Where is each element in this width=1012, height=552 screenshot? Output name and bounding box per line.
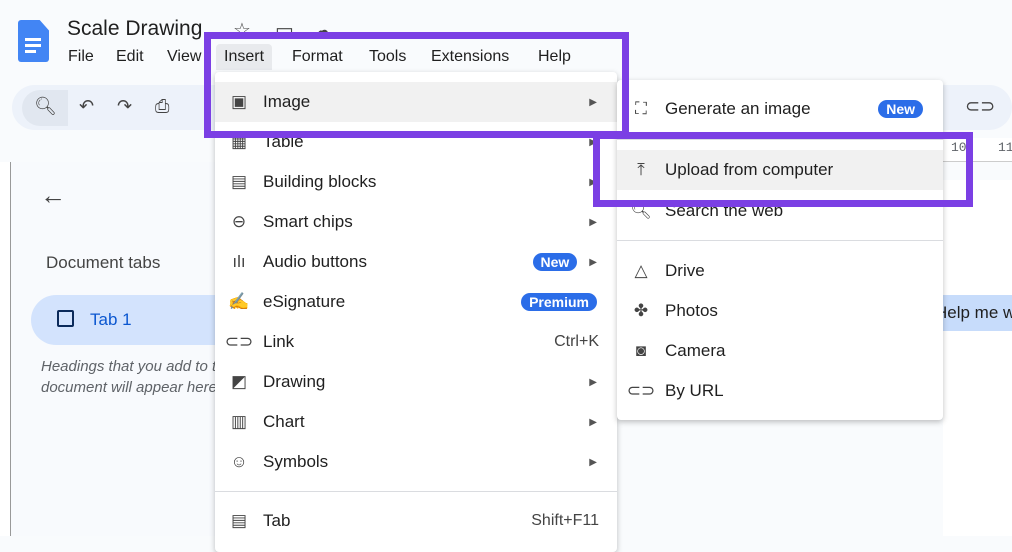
insert-drawing[interactable]: ◩ Drawing ▶	[215, 362, 617, 402]
insert-symbols[interactable]: ☺ Symbols ▶	[215, 442, 617, 482]
back-arrow-icon[interactable]: ←	[40, 180, 66, 211]
insert-building-blocks[interactable]: ▤ Building blocks ▶	[215, 162, 617, 202]
hint-line: document will appear here.	[41, 379, 215, 396]
shortcut: Ctrl+K	[554, 333, 599, 350]
item-label: Symbols	[263, 452, 329, 471]
shortcut: Shift+F11	[531, 512, 599, 529]
document-tabs-sidebar	[11, 162, 215, 536]
smart-chips-icon: ⊖	[231, 212, 247, 231]
link-icon: ⊂⊃	[224, 332, 254, 351]
vertical-ruler[interactable]	[0, 162, 11, 536]
premium-badge: Premium	[521, 293, 597, 311]
submenu-arrow-icon: ▶	[589, 216, 597, 228]
item-label: Building blocks	[263, 172, 377, 191]
redo-icon[interactable]: ↷	[117, 96, 132, 117]
link-icon: ⊂⊃	[626, 381, 656, 400]
highlight-box-insert-image	[204, 32, 629, 138]
item-label: Drawing	[263, 372, 326, 391]
drawing-icon: ◩	[230, 372, 248, 391]
sidebar-heading: Document tabs	[46, 253, 161, 272]
image-submenu: ⛶ Generate an image New ⤒ Upload from compu…	[617, 80, 943, 420]
hint-line: Headings that you add to the	[41, 358, 215, 375]
building-blocks-icon: ▤	[230, 172, 248, 191]
document-page[interactable]	[943, 180, 1012, 536]
chart-icon: ▥	[230, 412, 248, 431]
symbols-icon: ☺	[230, 452, 248, 471]
tab-icon: ▤	[230, 511, 248, 530]
item-label: Camera	[665, 341, 726, 360]
item-label: Drive	[665, 261, 705, 280]
highlight-box-upload	[593, 132, 973, 207]
drive-icon: △	[634, 261, 648, 280]
undo-icon[interactable]: ↶	[79, 96, 94, 117]
menu-divider	[617, 240, 943, 241]
item-label: Audio buttons	[263, 252, 367, 271]
submenu-arrow-icon: ▶	[589, 416, 597, 428]
image-by-url[interactable]: ⊂⊃ By URL	[617, 371, 943, 411]
item-label: Tab	[263, 511, 291, 530]
generate-image[interactable]: ⛶ Generate an image New	[617, 89, 943, 129]
link-icon[interactable]: ⊂⊃	[965, 96, 995, 117]
help-me-write-button[interactable]: Help me write	[943, 295, 1012, 331]
new-badge: New	[878, 100, 923, 118]
image-from-photos[interactable]: ✤ Photos	[617, 291, 943, 331]
menu-edit[interactable]: Edit	[116, 48, 144, 66]
menu-view[interactable]: View	[167, 48, 201, 66]
item-label: Chart	[263, 412, 305, 431]
search-icon[interactable]: 🔍︎	[34, 96, 57, 117]
insert-esignature[interactable]: ✍ eSignature Premium	[215, 282, 617, 322]
image-from-drive[interactable]: △ Drive	[617, 251, 943, 291]
insert-chart[interactable]: ▥ Chart ▶	[215, 402, 617, 442]
docs-logo-icon[interactable]	[18, 20, 49, 62]
headings-hint: Headings that you add to the document wil…	[41, 356, 215, 398]
item-label: Link	[263, 332, 295, 351]
photos-icon: ✤	[633, 301, 649, 320]
submenu-arrow-icon: ▶	[589, 256, 597, 268]
menu-divider	[215, 491, 617, 492]
insert-audio-buttons[interactable]: ılı Audio buttons New ▶	[215, 242, 617, 282]
new-badge: New	[532, 253, 578, 271]
tab-label: Tab 1	[90, 310, 132, 329]
ruler-label: 11	[998, 140, 1012, 155]
submenu-arrow-icon: ▶	[589, 456, 597, 468]
audio-icon: ılı	[232, 252, 246, 271]
menu-file[interactable]: File	[68, 48, 94, 66]
item-label: Smart chips	[263, 212, 353, 231]
insert-smart-chips[interactable]: ⊖ Smart chips ▶	[215, 202, 617, 242]
insert-menu: ▣ Image ▶ ▦ Table ▶ ▤ Building blocks ▶ ⊖ Smart…	[215, 72, 617, 552]
item-label: Generate an image	[665, 99, 811, 118]
document-icon	[57, 310, 74, 327]
item-label: eSignature	[263, 292, 346, 311]
signature-icon: ✍	[228, 292, 250, 311]
image-from-camera[interactable]: ◙ Camera	[617, 331, 943, 371]
camera-icon: ◙	[635, 341, 647, 360]
tab-1[interactable]: Tab 1	[31, 295, 231, 345]
print-icon[interactable]: ⎙	[155, 96, 169, 117]
item-label: Photos	[665, 301, 718, 320]
insert-tab[interactable]: ▤ Tab Shift+F11	[215, 501, 617, 541]
document-title[interactable]: Scale Drawing	[67, 17, 202, 41]
item-label: By URL	[665, 381, 724, 400]
insert-link[interactable]: ⊂⊃ Link Ctrl+K	[215, 322, 617, 362]
submenu-arrow-icon: ▶	[589, 376, 597, 388]
